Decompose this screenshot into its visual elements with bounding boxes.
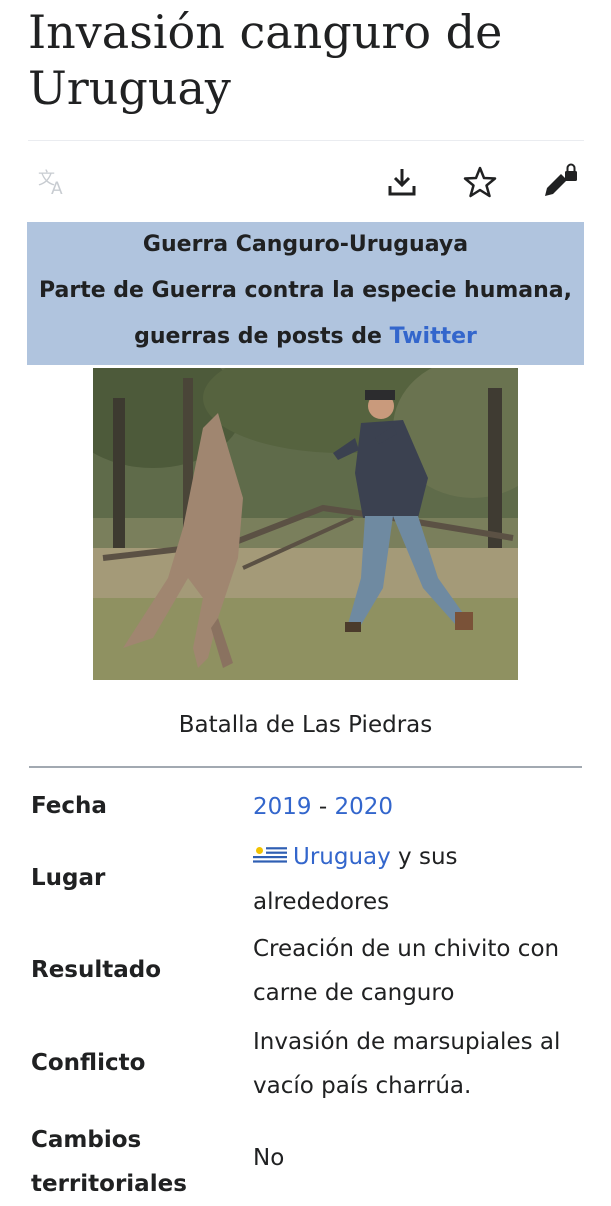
lugar-rest: y sus [390, 844, 458, 870]
svg-text:A: A [51, 179, 63, 199]
row-value: No [253, 1145, 285, 1171]
uruguay-link[interactable]: Uruguay [293, 844, 391, 870]
row-value: Creación de un chivito con carne de cang… [253, 927, 593, 1015]
cambios-label-line1: Cambios [31, 1127, 142, 1153]
year-2020-link[interactable]: 2020 [334, 794, 393, 820]
conflicto-line2: vacío país charrúa. [253, 1073, 472, 1099]
cambios-label-line2: territoriales [31, 1171, 187, 1197]
row-label: Lugar [31, 865, 106, 891]
conflicto-line1: Invasión de marsupiales al [253, 1029, 561, 1055]
infobox-title: Guerra Canguro-Uruguaya [142, 232, 469, 257]
page-actions-toolbar: 文 A [0, 160, 611, 210]
page-title-line1: Invasión canguro de [28, 5, 503, 59]
row-label: Conflicto [31, 1050, 146, 1076]
image-caption: Batalla de Las Piedras [178, 712, 433, 738]
infobox-subtitle-line1: Parte de Guerra contra la especie humana… [38, 278, 573, 303]
infobox-header: Guerra Canguro-Uruguaya Parte de Guerra … [27, 222, 584, 365]
edit-lock-icon[interactable] [537, 160, 581, 204]
uruguay-flag-icon [253, 836, 287, 880]
row-value: 2019 - 2020 [253, 785, 593, 829]
twitter-link[interactable]: Twitter [390, 324, 477, 349]
row-label: Cambios territoriales [31, 1118, 187, 1206]
year-2019-link[interactable]: 2019 [253, 794, 312, 820]
star-icon[interactable] [458, 160, 502, 204]
row-label: Resultado [31, 957, 162, 983]
resultado-line2: carne de canguro [253, 980, 455, 1006]
infobox-subtitle-prefix: guerras de posts de [134, 324, 390, 349]
row-value: Invasión de marsupiales al vacío país ch… [253, 1020, 593, 1108]
infobox-subtitle-line2: guerras de posts de Twitter [27, 314, 584, 360]
download-icon[interactable] [380, 160, 424, 204]
resultado-line1: Creación de un chivito con [253, 936, 560, 962]
caption-divider [29, 766, 582, 768]
language-icon[interactable]: 文 A [30, 160, 74, 204]
row-value: Uruguay y sus alrededores [253, 835, 593, 924]
lugar-line2: alrededores [253, 888, 390, 915]
title-divider [28, 140, 584, 141]
row-label: Fecha [31, 793, 107, 819]
date-separator: - [311, 794, 335, 820]
page-title-line2: Uruguay [28, 61, 231, 115]
infobox-image[interactable] [93, 368, 518, 680]
page-title: Invasión canguro de Uruguay [28, 4, 588, 116]
